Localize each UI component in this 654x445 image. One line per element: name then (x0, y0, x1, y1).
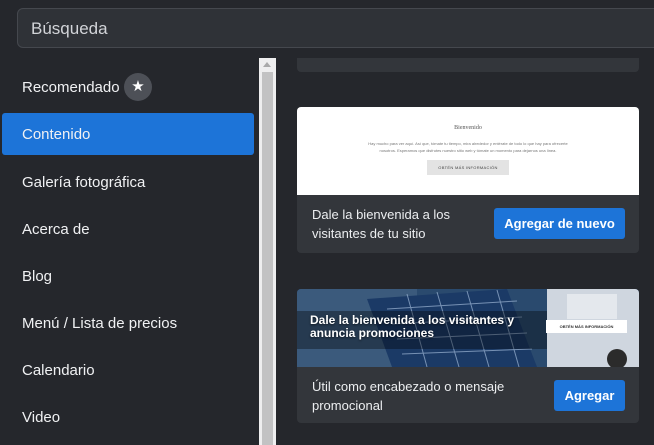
scroll-thumb[interactable] (262, 72, 273, 445)
sidebar-item-blog[interactable]: Blog (2, 255, 254, 297)
add-again-button[interactable]: Agregar de nuevo (494, 208, 625, 239)
scroll-up-arrow-icon[interactable] (263, 62, 271, 67)
promo-card: Dale la bienvenida a los visitantes y an… (297, 289, 639, 423)
sidebar-item-label: Galería fotográfica (22, 174, 146, 191)
sidebar-item-acerca-de[interactable]: Acerca de (2, 208, 254, 250)
sidebar-item-label: Video (22, 409, 61, 426)
star-icon: ★ (124, 73, 152, 101)
search-input[interactable]: Búsqueda (17, 8, 654, 48)
search-label: Búsqueda (31, 19, 108, 38)
category-sidebar: Recomendado ★ Contenido Galería fotográf… (0, 58, 259, 445)
top-bar: Búsqueda (0, 0, 654, 58)
sidebar-item-menu[interactable]: Menú / Lista de precios (2, 302, 254, 344)
add-button[interactable]: Agregar (554, 380, 625, 411)
sidebar-scrollbar[interactable] (259, 58, 276, 445)
preview-button: OBTÉN MÁS INFORMACIÓN (427, 160, 509, 175)
preview-line: Hay mucho para ver aquí. Así que, tómate… (368, 141, 568, 146)
welcome-description: Dale la bienvenida a los visitantes de t… (312, 207, 451, 241)
welcome-preview[interactable]: Bienvenido Hay mucho para ver aquí. Así … (297, 107, 639, 195)
partial-card: ‥ · (297, 58, 639, 72)
content-panel: ‥ · Bienvenido Hay mucho para ver aquí. … (276, 58, 654, 445)
sidebar-item-label: Menú / Lista de precios (22, 315, 178, 332)
preview-title: Bienvenido (454, 125, 482, 131)
promo-description: Útil como encabezado o mensaje promocion… (312, 379, 505, 413)
sidebar-item-label: Calendario (22, 362, 95, 379)
sidebar-item-label: Contenido (22, 126, 91, 143)
sidebar-item-recomendado[interactable]: Recomendado ★ (2, 66, 254, 108)
app-root: Búsqueda Recomendado ★ Contenido Galería… (0, 0, 654, 445)
sidebar-item-label: Blog (22, 268, 53, 285)
promo-preview-image[interactable]: Dale la bienvenida a los visitantes y an… (297, 289, 639, 367)
sidebar-item-video[interactable]: Video (2, 396, 254, 438)
sidebar-item-label: Acerca de (22, 221, 90, 238)
promo-headline: Dale la bienvenida a los visitantes y an… (310, 313, 515, 340)
preview-line: nosotros. Esperamos que disfrutes nuestr… (379, 148, 557, 153)
welcome-card: Bienvenido Hay mucho para ver aquí. Así … (297, 107, 639, 253)
sidebar-item-label: Recomendado (22, 79, 120, 96)
sidebar-item-contenido[interactable]: Contenido (2, 113, 254, 155)
sidebar-item-calendario[interactable]: Calendario (2, 349, 254, 391)
sidebar-item-galeria[interactable]: Galería fotográfica (2, 161, 254, 203)
promo-preview-button: OBTÉN MÁS INFORMACIÓN (546, 320, 627, 333)
